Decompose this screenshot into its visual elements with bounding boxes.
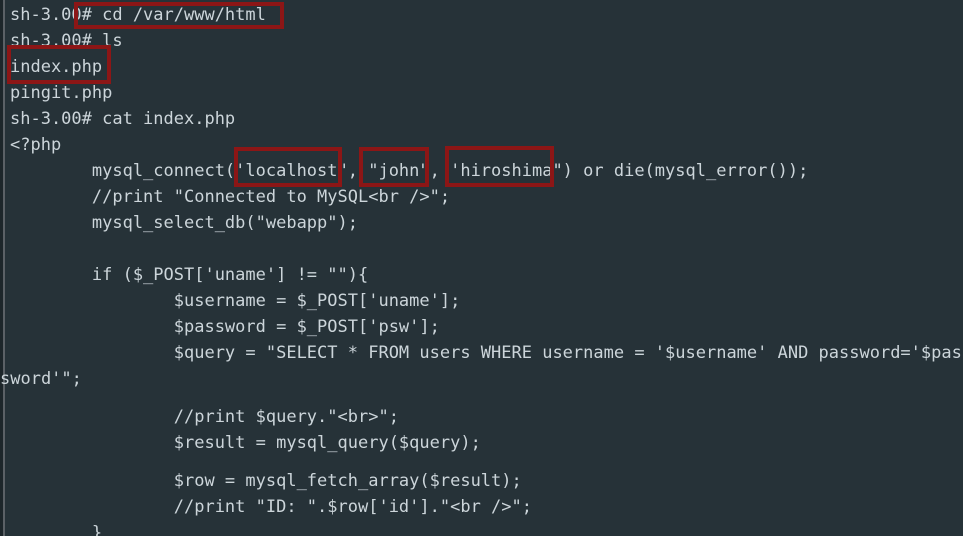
terminal-line: if ($_POST['uname'] != ""){ xyxy=(10,265,369,285)
terminal-line: sh-3.00# cat index.php xyxy=(10,109,236,129)
terminal-line: mysql_select_db("webapp"); xyxy=(10,213,358,233)
terminal-line: pingit.php xyxy=(10,83,113,103)
terminal-output-area[interactable]: sh-3.00# cd /var/www/html sh-3.00# ls inde… xyxy=(0,0,963,536)
terminal-line: //print "Connected to MySQL<br />"; xyxy=(10,187,451,207)
terminal-line: sh-3.00# cd /var/www/html xyxy=(10,5,266,25)
terminal-line: index.php xyxy=(10,57,103,77)
terminal-line: //print "ID: ".$row['id']."<br />"; xyxy=(10,497,532,517)
terminal-line: sword'"; xyxy=(0,369,82,389)
terminal-line: $row = mysql_fetch_array($result); xyxy=(10,471,522,491)
terminal-line: } xyxy=(10,523,103,536)
terminal-line: mysql_connect('localhost", "john", 'hiro… xyxy=(10,161,809,181)
terminal-line: $password = $_POST['psw']; xyxy=(10,317,440,337)
terminal-line: $username = $_POST['uname']; xyxy=(10,291,461,311)
terminal-line: <?php xyxy=(10,135,62,155)
terminal-line: //print $query."<br>"; xyxy=(10,407,399,427)
terminal-line: $result = mysql_query($query); xyxy=(10,433,481,453)
terminal-window[interactable]: sh-3.00# cd /var/www/html sh-3.00# ls inde… xyxy=(0,0,963,536)
terminal-line: $query = "SELECT * FROM users WHERE user… xyxy=(10,343,962,363)
terminal-line: sh-3.00# ls xyxy=(10,31,123,51)
